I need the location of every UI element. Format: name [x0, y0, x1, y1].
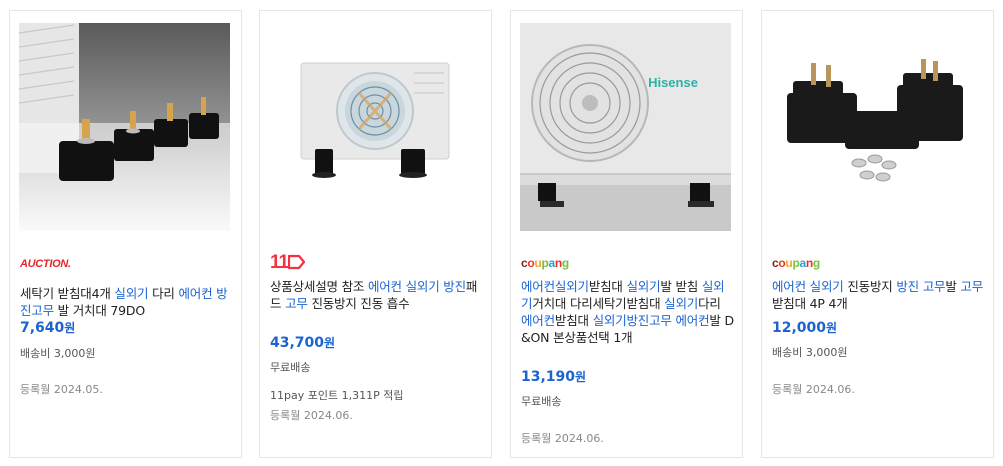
- registered-date: 등록월 2024.06.: [772, 383, 855, 396]
- registered-date: 등록월 2024.05.: [20, 383, 103, 396]
- eleven-arrow-icon: [287, 254, 306, 270]
- title-text: 거치대 다리세탁기받침대: [532, 296, 665, 311]
- mall-logo-coupang[interactable]: coupang: [521, 253, 569, 273]
- product-card[interactable]: AUCTION. 세탁기 받침대4개 실외기 다리 에어컨 방진고무 발 거치대…: [9, 10, 242, 458]
- title-keyword: 실외기방진고무 에어컨: [592, 313, 710, 328]
- product-title[interactable]: 에어컨 실외기 진동방지 방진 고무발 고무 받침대 4P 4개: [772, 278, 986, 312]
- product-image[interactable]: [19, 23, 230, 231]
- title-text: 발 거치대 79DO: [53, 303, 146, 318]
- title-keyword: 실외기: [114, 286, 149, 301]
- product-price: 13,190원: [521, 368, 586, 385]
- title-text: 진동방지 진동 흡수: [307, 296, 410, 311]
- product-image-ac-outdoor-unit: [269, 23, 480, 231]
- product-price: 7,640원: [20, 319, 75, 336]
- price-value: 43,700: [270, 335, 325, 351]
- title-text: 진동방지: [843, 279, 897, 294]
- point-info: 11pay 포인트 1,311P 적립: [270, 389, 404, 402]
- title-keyword: 에어컨실외기: [521, 279, 589, 294]
- title-text: 발 받침: [660, 279, 702, 294]
- title-keyword: 고무: [960, 279, 983, 294]
- price-value: 13,190: [521, 369, 576, 385]
- title-keyword: 실외기: [664, 296, 699, 311]
- hisense-logo-text: Hisense: [648, 75, 698, 90]
- coupang-logo-text: coupang: [521, 256, 569, 270]
- price-unit: 원: [324, 336, 336, 350]
- title-keyword: 고무: [285, 296, 308, 311]
- product-grid: AUCTION. 세탁기 받침대4개 실외기 다리 에어컨 방진고무 발 거치대…: [0, 0, 1003, 466]
- auction-logo-text: AUCTION.: [20, 258, 71, 270]
- title-keyword: 방진 고무: [896, 279, 946, 294]
- coupang-logo-text: coupang: [772, 256, 820, 270]
- title-text: 받침대 4P 4개: [772, 296, 848, 311]
- product-card[interactable]: 11 상품상세설명 참조 에어컨 실외기 방진패드 고무 진동방지 진동 흡수 …: [259, 10, 492, 458]
- product-title[interactable]: 에어컨실외기받침대 실외기발 받침 실외기거치대 다리세탁기받침대 실외기다리 …: [521, 278, 735, 346]
- mall-logo-11st[interactable]: 11: [270, 253, 306, 273]
- shipping-info: 무료배송: [521, 395, 562, 408]
- price-unit: 원: [575, 370, 587, 384]
- title-text: 다리: [148, 286, 179, 301]
- product-image[interactable]: [771, 23, 982, 231]
- product-image[interactable]: [269, 23, 480, 231]
- coupang-logo-letter: n: [554, 256, 562, 270]
- registered-date: 등록월 2024.06.: [521, 432, 604, 445]
- coupang-logo-letter: g: [561, 256, 569, 270]
- shipping-info: 배송비 3,000원: [772, 346, 848, 359]
- title-keyword: 에어컨: [521, 313, 555, 328]
- product-image-mounts-on-unit: [19, 23, 230, 231]
- price-value: 7,640: [20, 320, 65, 336]
- registered-date: 등록월 2024.06.: [270, 409, 353, 422]
- title-keyword: 에어컨 실외기 방진: [367, 279, 466, 294]
- shipping-info: 배송비 3,000원: [20, 347, 96, 360]
- price-value: 12,000: [772, 320, 827, 336]
- product-card[interactable]: coupang 에어컨 실외기 진동방지 방진 고무발 고무 받침대 4P 4개…: [761, 10, 994, 458]
- shipping-info: 무료배송: [270, 361, 311, 374]
- product-image-rubber-feet: [771, 23, 982, 231]
- coupang-logo-letter: g: [812, 256, 820, 270]
- eleven-logo-text: 11: [270, 252, 289, 273]
- product-image[interactable]: Hisense: [520, 23, 731, 231]
- mall-logo-coupang[interactable]: coupang: [772, 253, 820, 273]
- coupang-logo-letter: n: [805, 256, 813, 270]
- price-unit: 원: [826, 321, 838, 335]
- title-text: 받침대: [554, 313, 593, 328]
- product-title[interactable]: 상품상세설명 참조 에어컨 실외기 방진패드 고무 진동방지 진동 흡수: [270, 278, 484, 312]
- product-price: 12,000원: [772, 319, 837, 336]
- mall-logo-auction[interactable]: AUCTION.: [20, 253, 71, 273]
- title-text: 다리: [698, 296, 721, 311]
- title-text: 세탁기 받침대4개: [20, 286, 115, 301]
- title-keyword: 실외기: [626, 279, 661, 294]
- product-price: 43,700원: [270, 334, 335, 351]
- title-text: 상품상세설명 참조: [270, 279, 368, 294]
- product-image-hisense-unit: Hisense: [520, 23, 731, 231]
- product-title[interactable]: 세탁기 받침대4개 실외기 다리 에어컨 방진고무 발 거치대 79DO: [20, 285, 234, 319]
- product-card[interactable]: Hisense coupang 에어컨실외기받침대 실외기발 받침 실외기거치대…: [510, 10, 743, 458]
- price-unit: 원: [64, 321, 76, 335]
- title-text: 발: [945, 279, 961, 294]
- title-keyword: 에어컨 실외기: [772, 279, 844, 294]
- title-text: 받침대: [588, 279, 627, 294]
